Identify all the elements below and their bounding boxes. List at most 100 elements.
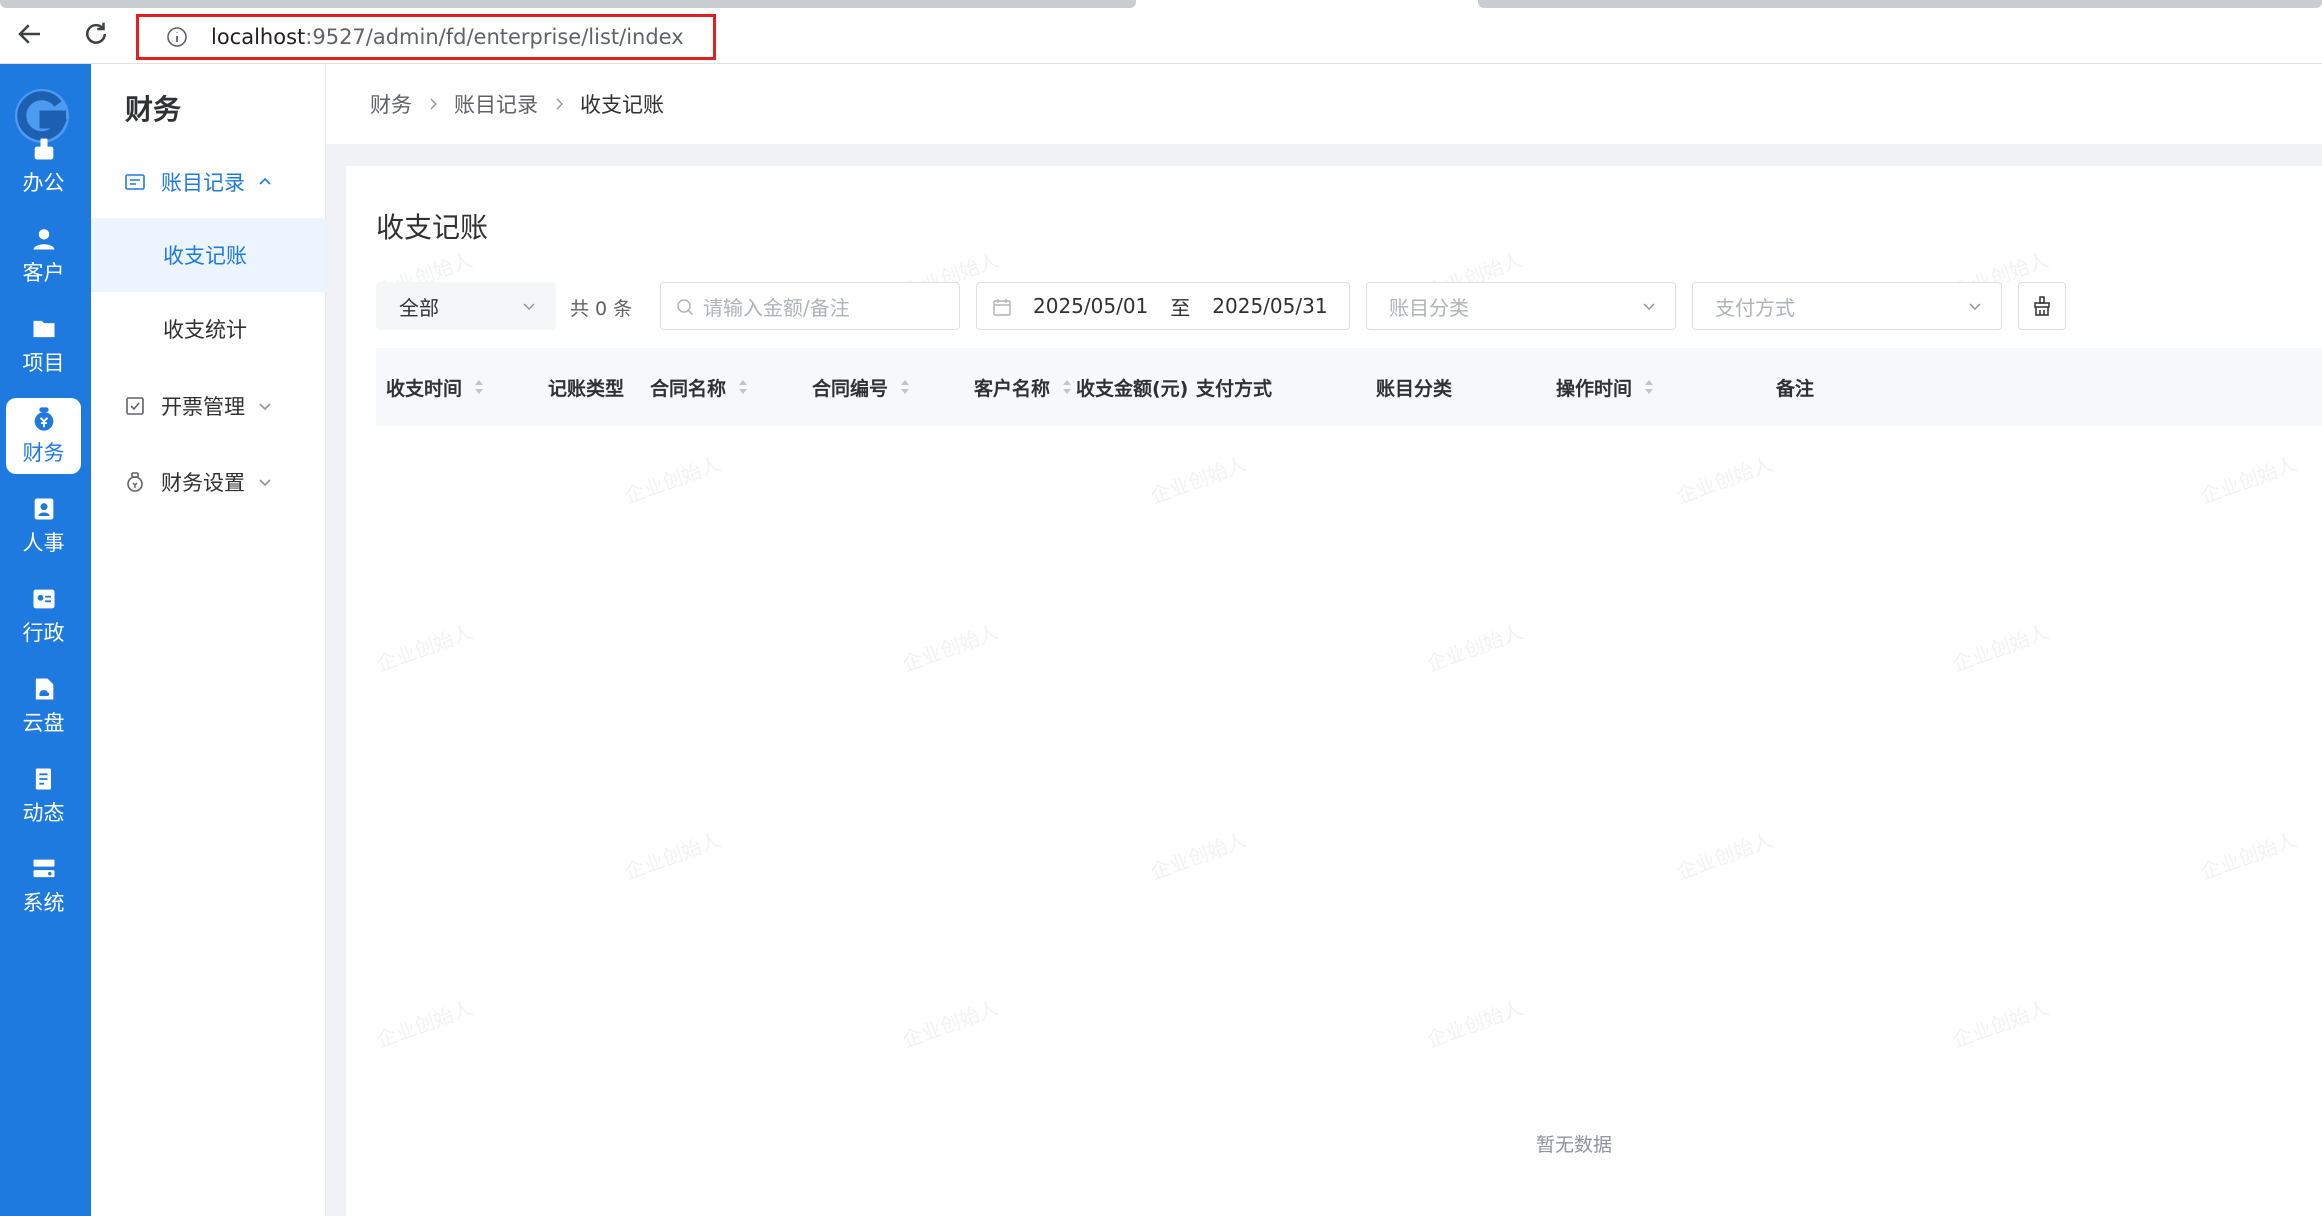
rail-item-label: 人事: [22, 531, 65, 555]
column-header-time[interactable]: 收支时间: [386, 348, 486, 426]
column-label: 合同编号: [812, 377, 889, 400]
submenu-title: 财务: [125, 93, 182, 126]
watermark: 企业创始人: [1673, 451, 1776, 509]
news-icon: [35, 768, 51, 790]
browser-tab[interactable]: [1478, 0, 2322, 8]
watermark: 企业创始人: [1147, 451, 1250, 509]
breadcrumb: 财务 账目记录 收支记账: [326, 64, 2322, 144]
column-header-category: 账目分类: [1376, 348, 1452, 426]
breadcrumb-current: 收支记账: [580, 93, 664, 117]
breadcrumb-item[interactable]: 账目记录: [454, 89, 538, 119]
chevron-down-icon: [1969, 303, 1981, 310]
menu-group-ledger[interactable]: 账目记录: [91, 150, 326, 214]
sort-icon[interactable]: [472, 376, 486, 398]
watermark: 企业创始人: [2197, 827, 2300, 885]
column-header-op-time[interactable]: 操作时间: [1556, 348, 1656, 426]
rail-item-news[interactable]: 动态: [6, 758, 81, 834]
payment-method-select[interactable]: 支付方式: [1692, 282, 2002, 330]
broom-icon: [2034, 296, 2050, 316]
rail-item-system[interactable]: 系统: [6, 848, 81, 924]
chevron-down-icon: [1643, 303, 1655, 310]
admin-icon: [33, 589, 54, 609]
rail-item-cloud-disk[interactable]: 云盘: [6, 668, 81, 744]
watermark: 企业创始人: [899, 995, 1002, 1053]
breadcrumb-item[interactable]: 财务: [370, 89, 412, 119]
date-range-picker[interactable]: 2025/05/01 至 2025/05/31: [976, 282, 1350, 330]
menu-item-label: 收支统计: [163, 318, 247, 342]
column-header-contract-name[interactable]: 合同名称: [650, 348, 750, 426]
record-type-value: 全部: [399, 295, 439, 320]
chevron-up-icon: [259, 177, 271, 185]
menu-item-income-expense-records[interactable]: 收支记账: [91, 218, 326, 292]
rail-item-office[interactable]: 办公: [6, 128, 81, 204]
watermark: 企业创始人: [1949, 995, 2052, 1053]
account-category-placeholder: 账目分类: [1389, 295, 1469, 320]
column-header-payment: 支付方式: [1196, 348, 1272, 426]
chevron-down-icon: [523, 303, 535, 310]
watermark: 企业创始人: [2197, 451, 2300, 509]
column-label: 账目分类: [1376, 377, 1453, 400]
app-rail: 办公 客户 项目 财务 人事 行政 云盘 动态 系统: [0, 64, 91, 1216]
record-type-select[interactable]: 全部: [376, 282, 556, 330]
column-header-remark: 备注: [1776, 348, 1814, 426]
rail-item-hr[interactable]: 人事: [6, 488, 81, 564]
customer-icon: [33, 229, 54, 250]
search-placeholder: 请输入金额/备注: [703, 295, 850, 320]
finance-submenu: 财务 账目记录 收支记账 收支统计 开票管理 财务设置: [91, 64, 417, 1216]
watermark: 企业创始人: [899, 619, 1002, 677]
menu-group-label: 财务设置: [161, 471, 245, 495]
column-header-contract-no[interactable]: 合同编号: [812, 348, 912, 426]
ledger-icon: [125, 174, 145, 190]
browser-toolbar: localhost:9527/admin/fd/enterprise/list/…: [0, 0, 2322, 64]
empty-state-text: 暂无数据: [1536, 1134, 1613, 1156]
column-header-amount: 收支金额(元): [1076, 348, 1188, 426]
column-header-customer[interactable]: 客户名称: [974, 348, 1074, 426]
rail-item-customer[interactable]: 客户: [6, 218, 81, 294]
search-input[interactable]: 请输入金额/备注: [660, 282, 960, 330]
address-bar[interactable]: localhost:9527/admin/fd/enterprise/list/…: [136, 14, 716, 60]
system-icon: [33, 859, 54, 878]
sort-icon[interactable]: [1642, 376, 1656, 398]
column-label: 合同名称: [650, 377, 727, 400]
reload-button[interactable]: [78, 16, 114, 52]
column-label: 客户名称: [974, 377, 1051, 400]
menu-group-finance-settings[interactable]: 财务设置: [91, 450, 326, 514]
search-icon: [677, 299, 694, 316]
browser-tab[interactable]: [0, 0, 1136, 8]
menu-item-income-expense-stats[interactable]: 收支统计: [91, 292, 326, 366]
account-category-select[interactable]: 账目分类: [1366, 282, 1676, 330]
rail-item-label: 项目: [22, 351, 65, 375]
finance-settings-icon: [127, 472, 143, 492]
project-icon: [33, 320, 54, 338]
rail-item-label: 动态: [22, 801, 65, 825]
watermark: 企业创始人: [1147, 827, 1250, 885]
date-start[interactable]: 2025/05/01: [1033, 294, 1148, 318]
records-card: 企业创始人 企业创始人 企业创始人 企业创始人 企业创始人 企业创始人 企业创始…: [346, 166, 2322, 1216]
url-host: localhost: [211, 25, 306, 49]
back-button[interactable]: [12, 16, 48, 52]
watermark: 企业创始人: [1423, 995, 1526, 1053]
watermark: 企业创始人: [1949, 619, 2052, 677]
hr-icon: [34, 498, 53, 520]
column-label: 记账类型: [548, 377, 625, 400]
column-label: 支付方式: [1196, 377, 1273, 400]
site-info-icon[interactable]: [165, 25, 189, 49]
office-icon: [34, 138, 53, 160]
rail-item-admin[interactable]: 行政: [6, 578, 81, 654]
calendar-icon: [993, 299, 1011, 316]
menu-group-invoice[interactable]: 开票管理: [91, 374, 326, 438]
back-arrow-icon: [18, 24, 40, 44]
rail-item-label: 客户: [22, 261, 65, 285]
sort-icon[interactable]: [1060, 376, 1074, 398]
clear-filters-button[interactable]: [2018, 282, 2066, 330]
rail-item-label: 财务: [22, 441, 65, 465]
sort-icon[interactable]: [898, 376, 912, 398]
url-path: :9527/admin/fd/enterprise/list/index: [305, 25, 684, 49]
sort-icon[interactable]: [736, 376, 750, 398]
chevron-down-icon: [259, 479, 271, 487]
rail-item-project[interactable]: 项目: [6, 308, 81, 384]
rail-item-label: 云盘: [22, 711, 65, 735]
rail-item-finance[interactable]: 财务: [6, 398, 81, 474]
date-range-separator: 至: [1170, 295, 1191, 320]
date-end[interactable]: 2025/05/31: [1212, 294, 1327, 318]
